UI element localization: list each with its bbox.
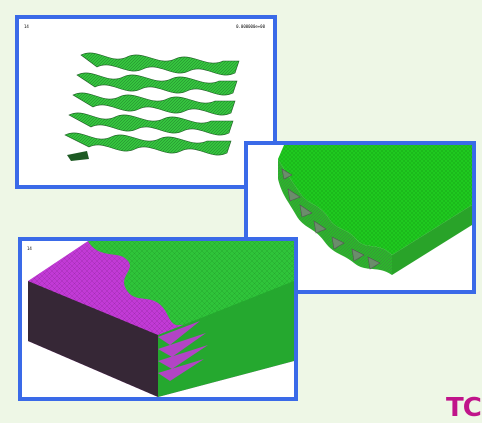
render-panel-bottom: 14 [18, 237, 298, 401]
layered-block-render-icon [28, 241, 294, 397]
wavy-mesh-render-icon [64, 52, 240, 161]
logo-fragment: TC [446, 393, 482, 423]
render-panel-top: 14 0.000000e+00 [15, 15, 277, 189]
